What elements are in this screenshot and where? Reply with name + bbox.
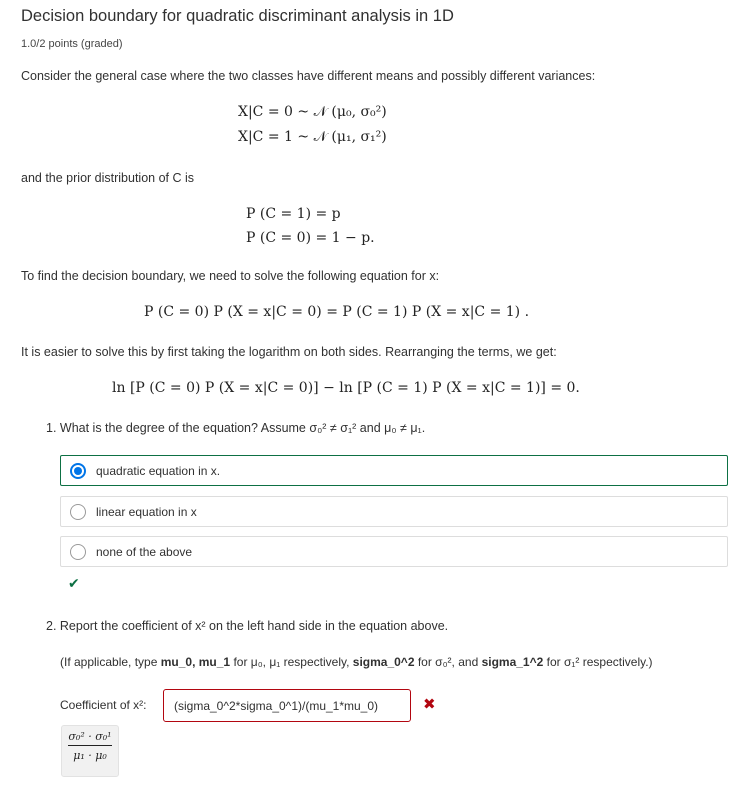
radio-button[interactable] bbox=[70, 504, 86, 520]
hint-sigma-0: sigma_0^2 bbox=[352, 655, 415, 669]
checkmark-icon: ✔ bbox=[68, 575, 80, 591]
log-equation: ln [P (C = 0) P (X = x|C = 0)] − ln [P (… bbox=[112, 380, 580, 396]
distribution-equation-0: X|C = 0 ~ 𝒩 (μ₀, σ₀²) bbox=[238, 104, 387, 120]
hint-mu: mu_0, mu_1 bbox=[160, 655, 231, 669]
preview-numerator: σ₀² · σ₀¹ bbox=[68, 730, 112, 746]
problem-title: Decision boundary for quadratic discrimi… bbox=[21, 7, 454, 25]
distribution-equation-1: X|C = 1 ~ 𝒩 (μ₁, σ₁²) bbox=[238, 129, 387, 145]
log-text: It is easier to solve this by first taki… bbox=[21, 345, 557, 359]
boundary-text: To find the decision boundary, we need t… bbox=[21, 269, 440, 283]
points-label: 1.0/2 points (graded) bbox=[21, 38, 123, 50]
preview-fraction: σ₀² · σ₀¹ μ₁ · μ₀ bbox=[68, 730, 112, 762]
question-2-prompt: 2. Report the coefficient of x² on the l… bbox=[46, 619, 449, 633]
cross-icon: ✖ bbox=[423, 696, 436, 713]
hint-prefix: (If applicable, type bbox=[60, 655, 161, 669]
question-1-prompt: 1. What is the degree of the equation? A… bbox=[46, 421, 426, 435]
coefficient-input[interactable] bbox=[163, 689, 411, 722]
choice-quadratic[interactable]: quadratic equation in x. bbox=[60, 455, 728, 486]
hint-sigma-1: sigma_1^2 bbox=[481, 655, 544, 669]
prior-equation-0: P (C = 0) = 1 − p. bbox=[246, 230, 375, 246]
prior-equation-1: P (C = 1) = p bbox=[246, 206, 341, 222]
formula-preview: σ₀² · σ₀¹ μ₁ · μ₀ bbox=[61, 725, 119, 777]
choice-label: linear equation in x bbox=[96, 505, 197, 519]
intro-text: Consider the general case where the two … bbox=[21, 69, 596, 83]
choice-label: quadratic equation in x. bbox=[96, 464, 221, 478]
hint-suffix: for σ₁² respectively.) bbox=[543, 655, 653, 669]
question-2-hint: (If applicable, type mu_0, mu_1 for μ₀, … bbox=[60, 655, 653, 669]
hint-mid-2: for σ₀², and bbox=[414, 655, 482, 669]
boundary-equation: P (C = 0) P (X = x|C = 0) = P (C = 1) P … bbox=[144, 304, 530, 320]
preview-denominator: μ₁ · μ₀ bbox=[73, 749, 107, 762]
radio-button[interactable] bbox=[70, 544, 86, 560]
coefficient-input-label: Coefficient of x²: bbox=[60, 698, 147, 712]
hint-mid-1: for μ₀, μ₁ respectively, bbox=[230, 655, 353, 669]
choice-label: none of the above bbox=[96, 545, 193, 559]
radio-button-selected[interactable] bbox=[70, 463, 86, 479]
choice-none[interactable]: none of the above bbox=[60, 536, 728, 567]
choice-linear[interactable]: linear equation in x bbox=[60, 496, 728, 527]
prior-text: and the prior distribution of C is bbox=[21, 171, 195, 185]
